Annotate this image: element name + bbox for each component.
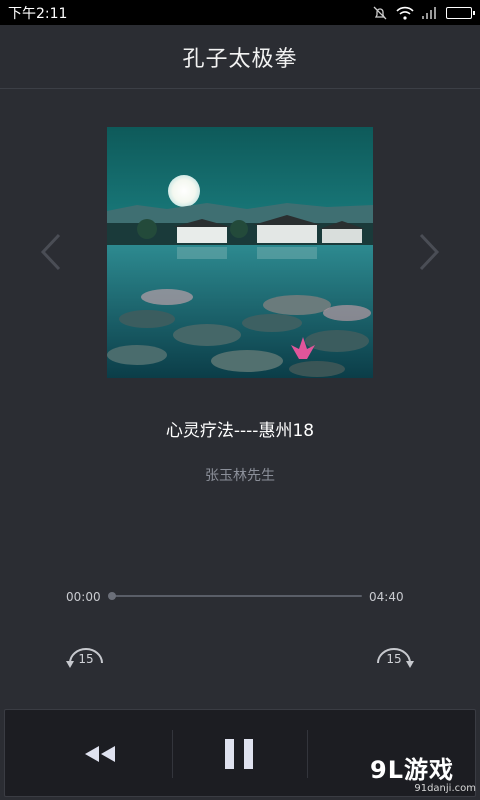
status-time: 下午2:11 [8, 5, 68, 22]
total-time: 04:40 [369, 590, 404, 604]
page-title: 孔子太极拳 [182, 46, 298, 72]
wifi-icon [396, 6, 414, 20]
track-artist: 张玉林先生 [205, 468, 275, 484]
control-divider [307, 730, 308, 778]
battery-icon [446, 6, 475, 19]
progress-bar[interactable] [110, 595, 362, 597]
pause-icon [225, 739, 253, 769]
alarm-off-icon [372, 5, 388, 21]
skip-forward-15-button[interactable]: 15 [372, 641, 416, 671]
skip-forward-label: 15 [386, 652, 402, 666]
progress-knob[interactable] [108, 592, 116, 600]
previous-track-chevron-icon[interactable] [36, 232, 66, 272]
watermark: 9L游戏 91danji.com [370, 750, 476, 796]
skip-back-15-button[interactable]: 15 [64, 641, 108, 671]
rewind-button[interactable] [65, 736, 135, 772]
rewind-icon [85, 746, 115, 762]
current-time: 00:00 [66, 590, 101, 604]
watermark-logo: 9L游戏 [370, 756, 454, 784]
control-divider [172, 730, 173, 778]
pause-button[interactable] [203, 732, 275, 776]
signal-icon [422, 6, 438, 19]
next-track-chevron-icon[interactable] [414, 232, 444, 272]
track-title: 心灵疗法----惠州18 [165, 421, 315, 441]
app-header: 孔子太极拳 [0, 25, 480, 89]
status-icons [372, 5, 475, 21]
album-cover [107, 127, 373, 378]
skip-back-label: 15 [78, 652, 94, 666]
status-bar: 下午2:11 [0, 0, 480, 25]
